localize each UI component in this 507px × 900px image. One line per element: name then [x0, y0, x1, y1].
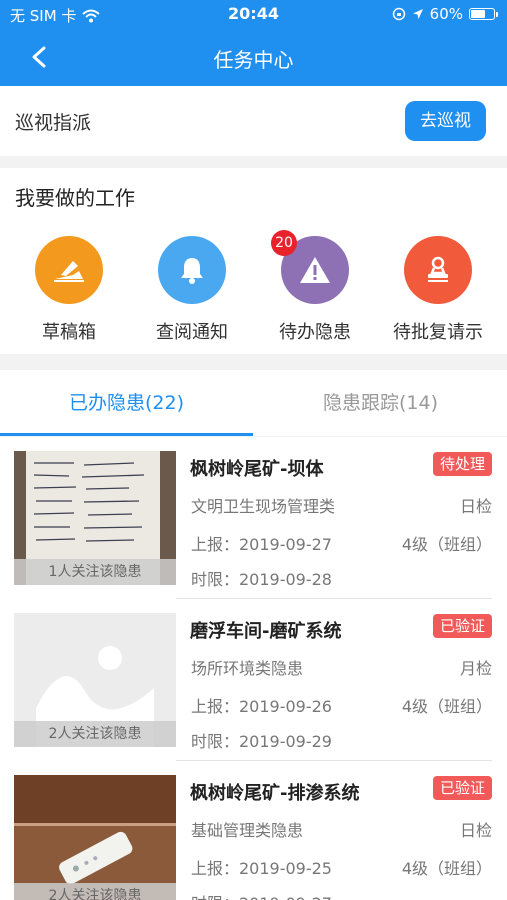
hazard-photo: 1人关注该隐患: [14, 451, 176, 585]
list-item[interactable]: 2人关注该隐患 枫树岭尾矿-排渗系统 已验证 基础管理类隐患 日检 上报：201…: [0, 761, 507, 900]
work-item-drafts[interactable]: 草稿箱: [9, 236, 129, 344]
work-item-label: 草稿箱: [42, 322, 96, 343]
work-item-label: 查阅通知: [156, 322, 228, 343]
work-item-pending-hazards[interactable]: 20 待办隐患: [255, 230, 375, 344]
list-item[interactable]: 2人关注该隐患 磨浮车间-磨矿系统 已验证 场所环境类隐患 月检 上报：2019…: [0, 599, 507, 761]
hazard-category: 场所环境类隐患: [191, 659, 304, 678]
app-header: 无 SIM 卡 20:44 60% 任务中心: [0, 0, 507, 86]
followers-caption: 2人关注该隐患: [14, 721, 176, 747]
work-item-label: 待办隐患: [279, 322, 351, 343]
hazard-level: 4级（班组）: [401, 859, 492, 878]
hazard-photo: 2人关注该隐患: [14, 613, 176, 747]
nav-bar: 任务中心: [0, 30, 507, 86]
report-date: 上报：2019-09-25: [191, 859, 332, 878]
patrol-section: 巡视指派 去巡视: [0, 86, 507, 156]
hazard-title: 枫树岭尾矿-坝体: [190, 459, 324, 480]
status-badge: 已验证: [432, 614, 492, 638]
location-arrow-icon: [412, 9, 423, 19]
active-tab-indicator: [0, 433, 253, 436]
status-badge: 待处理: [432, 452, 492, 476]
bell-icon: [181, 258, 203, 284]
status-bar: 无 SIM 卡 20:44 60%: [0, 0, 507, 30]
go-patrol-button[interactable]: 去巡视: [405, 101, 486, 141]
hazard-title: 磨浮车间-磨矿系统: [190, 621, 342, 642]
deadline: 时限：2019-09-27: [191, 890, 332, 900]
hazard-list: 1人关注该隐患 枫树岭尾矿-坝体 待处理 文明卫生现场管理类 日检 上报：201…: [0, 437, 507, 900]
hazard-category: 基础管理类隐患: [191, 821, 304, 840]
hazard-title: 枫树岭尾矿-排渗系统: [190, 783, 360, 804]
inspection-frequency: 日检: [459, 821, 492, 840]
hazard-photo: 2人关注该隐患: [14, 775, 176, 900]
work-item-notices[interactable]: 查阅通知: [132, 236, 252, 344]
report-date: 上报：2019-09-27: [191, 535, 332, 554]
followers-caption: 1人关注该隐患: [14, 559, 176, 585]
work-item-label: 待批复请示: [393, 322, 483, 343]
tab-handled-hazards[interactable]: 已办隐患(22): [0, 370, 253, 436]
notification-badge: 20: [271, 230, 297, 256]
page-title: 任务中心: [213, 48, 294, 72]
battery-icon: [469, 8, 498, 20]
hazard-level: 4级（班组）: [401, 697, 492, 716]
deadline: 时限：2019-09-29: [191, 732, 332, 751]
hazard-category: 文明卫生现场管理类: [191, 497, 336, 516]
stamp-icon: [428, 256, 448, 282]
deadline: 时限：2019-09-28: [191, 570, 332, 589]
my-work-section: 我要做的工作 草稿箱 查阅通知 20 待办隐患 待批复请示: [0, 168, 507, 354]
section-title: 我要做的工作: [15, 186, 135, 210]
draft-icon: [54, 261, 84, 282]
inspection-frequency: 月检: [459, 659, 492, 678]
inspection-frequency: 日检: [459, 497, 492, 516]
remote-control-photo: [14, 775, 176, 900]
list-item[interactable]: 1人关注该隐患 枫树岭尾矿-坝体 待处理 文明卫生现场管理类 日检 上报：201…: [0, 437, 507, 599]
report-date: 上报：2019-09-26: [191, 697, 332, 716]
warning-icon: [300, 257, 330, 283]
followers-caption: 2人关注该隐患: [14, 883, 176, 900]
hazard-tabs: 已办隐患(22) 隐患跟踪(14): [0, 370, 507, 436]
tab-hazard-tracking[interactable]: 隐患跟踪(14): [254, 370, 507, 436]
hazard-level: 4级（班组）: [401, 535, 492, 554]
status-badge: 已验证: [432, 776, 492, 800]
battery-percent: 60%: [429, 5, 463, 23]
patrol-label: 巡视指派: [15, 112, 92, 134]
rotation-lock-icon: [392, 7, 405, 21]
work-item-pending-approvals[interactable]: 待批复请示: [378, 236, 498, 344]
